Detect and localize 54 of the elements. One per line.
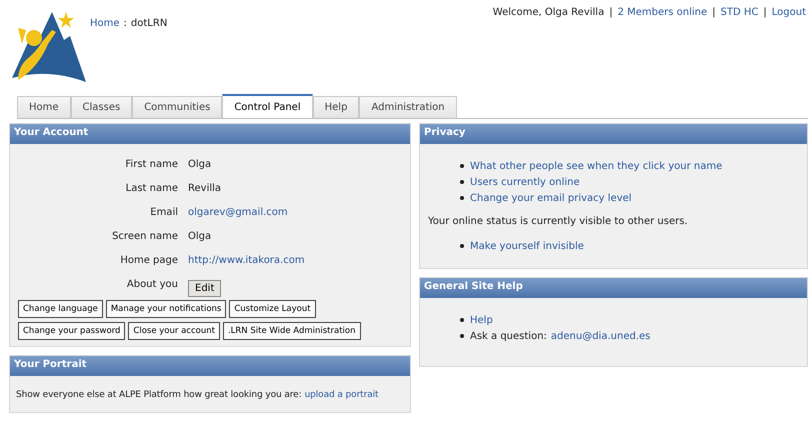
- field-value: Olga: [188, 230, 212, 242]
- action-button[interactable]: Close your account: [128, 322, 220, 340]
- bullet-icon: [460, 164, 464, 168]
- breadcrumb-text: :: [124, 18, 127, 29]
- invisible-link[interactable]: Make yourself invisible: [470, 240, 584, 252]
- user-link[interactable]: 2 Members online: [618, 7, 708, 18]
- field-link[interactable]: olgarev@gmail.com: [188, 206, 288, 218]
- separator: |: [763, 7, 767, 18]
- privacy-link[interactable]: Users currently online: [470, 176, 580, 188]
- field-value: Olga: [188, 158, 212, 170]
- help-link[interactable]: adenu@dia.uned.es: [550, 330, 650, 342]
- nav-tab[interactable]: Classes: [70, 96, 132, 118]
- field-label: Screen name: [111, 230, 178, 242]
- field-label: Last name: [124, 182, 178, 194]
- nav-tab[interactable]: Communities: [132, 96, 222, 118]
- upload-link[interactable]: upload a portrait: [304, 390, 378, 400]
- action-button[interactable]: Manage your notifications: [106, 300, 226, 318]
- nav-tab[interactable]: Administration: [359, 96, 457, 118]
- nav-tab[interactable]: Home: [17, 96, 71, 118]
- edit-button[interactable]: Edit: [188, 280, 222, 296]
- bullet-icon: [460, 244, 464, 248]
- status-text: Your online status is currently visible to other users.: [428, 216, 689, 227]
- panel-header: Your Portrait: [10, 356, 410, 376]
- bullet-icon: [460, 318, 464, 322]
- field-label: Email: [149, 206, 178, 218]
- nav-tab[interactable]: Control Panel: [222, 94, 313, 118]
- bullet-icon: [460, 196, 464, 200]
- field-value: Revilla: [188, 182, 222, 194]
- privacy-link[interactable]: Change your email privacy level: [470, 192, 632, 204]
- help-link[interactable]: Help: [470, 314, 493, 326]
- action-button[interactable]: Change your password: [18, 322, 126, 340]
- action-button[interactable]: Change language: [18, 300, 103, 318]
- field-link[interactable]: http://www.itakora.com: [188, 254, 305, 266]
- help-label: Ask a question:: [470, 330, 547, 342]
- field-label: Home page: [119, 254, 178, 266]
- bullet-icon: [460, 334, 464, 338]
- breadcrumb-text: dotLRN: [130, 18, 168, 29]
- field-label: First name: [124, 158, 178, 170]
- separator: |: [712, 7, 716, 18]
- field-label: About you: [126, 278, 178, 290]
- action-button[interactable]: .LRN Site Wide Administration: [222, 322, 360, 340]
- privacy-link[interactable]: What other people see when they click your name: [470, 160, 722, 172]
- nav-tab[interactable]: Help: [312, 96, 360, 118]
- portrait-text: Show everyone else at ALPE Platform how great looking you are:: [16, 390, 302, 400]
- panel-header: Your Account: [10, 124, 410, 144]
- user-link[interactable]: Logout: [772, 7, 806, 18]
- user-link[interactable]: STD HC: [720, 7, 758, 18]
- welcome-text: Welcome, Olga Revilla: [492, 7, 604, 18]
- panel-header: Privacy: [420, 124, 807, 144]
- panel-header: General Site Help: [420, 278, 807, 298]
- breadcrumb-link[interactable]: Home: [90, 18, 120, 29]
- bullet-icon: [460, 180, 464, 184]
- action-button[interactable]: Customize Layout: [229, 300, 316, 318]
- separator: |: [609, 7, 613, 18]
